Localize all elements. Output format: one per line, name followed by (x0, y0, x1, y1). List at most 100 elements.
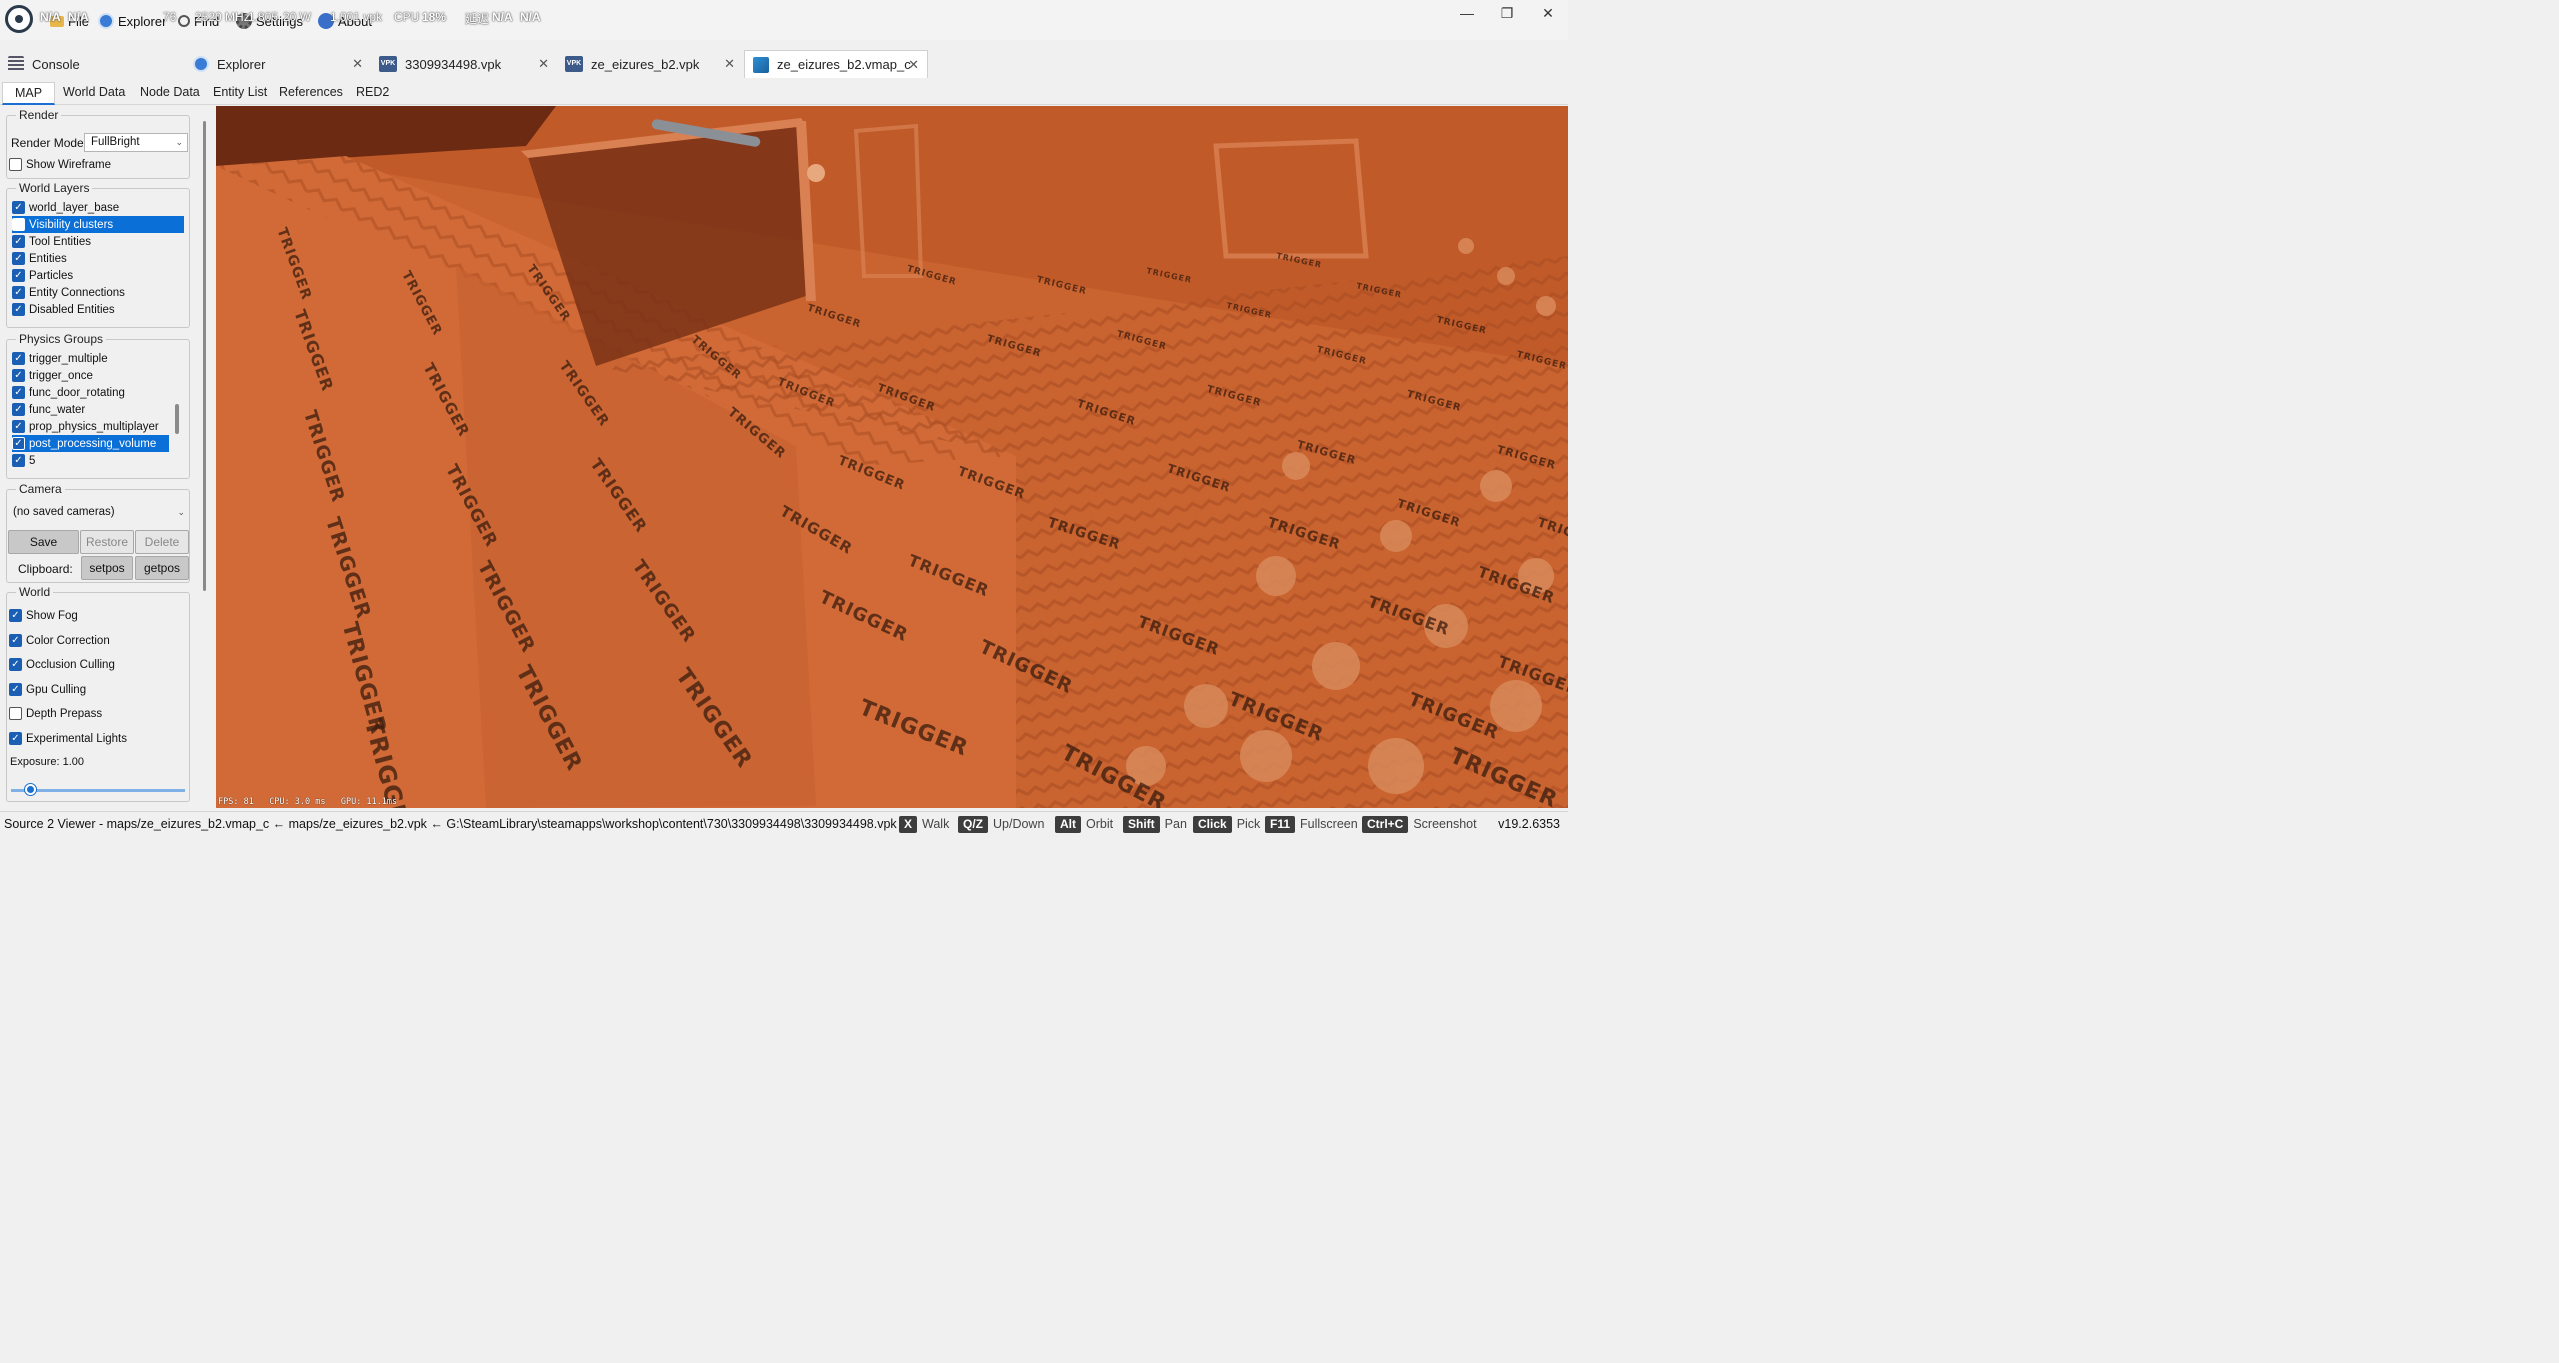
tab-explorer-label: Explorer (217, 56, 266, 72)
layer-item[interactable]: ✓ Entity Connections (12, 284, 125, 301)
checkbox-checked-icon: ✓ (12, 269, 25, 282)
subtab-red2[interactable]: RED2 (356, 85, 389, 105)
physics-label: trigger_multiple (29, 352, 108, 365)
physics-item[interactable]: ✓ post_processing_volume (12, 435, 169, 452)
chevron-down-icon: ⌄ (177, 507, 185, 517)
subtab-references[interactable]: References (279, 85, 343, 105)
tab-console-label: Console (32, 56, 80, 72)
layer-item[interactable]: ✓ Tool Entities (12, 233, 91, 250)
render-group: Render Render Mode FullBright ⌄ Show Wir… (6, 108, 190, 179)
close-icon[interactable]: ✕ (908, 57, 919, 73)
camera-restore-button[interactable]: Restore (80, 530, 134, 554)
tab-vpk-3309934498[interactable]: VPK 3309934498.vpk ✕ (371, 50, 557, 78)
layer-item[interactable]: ✓ Disabled Entities (12, 301, 115, 318)
key-cap: Shift (1123, 815, 1160, 833)
depth-prepass-checkbox[interactable]: Depth Prepass (9, 705, 102, 722)
world-layers-group: World Layers ✓ world_layer_base Visibilit… (6, 181, 190, 328)
map-viewport[interactable]: TRIGGER TRIGGER TRIGGER TRIGGER TRIGGER TRIGG… (216, 106, 1568, 808)
key-cap: Alt (1055, 815, 1081, 833)
tab-vmap[interactable]: ze_eizures_b2.vmap_c ✕ (744, 50, 928, 78)
world-option-label: Experimental Lights (26, 732, 127, 745)
layer-item[interactable]: ✓ world_layer_base (12, 199, 119, 216)
physics-item[interactable]: ✓ trigger_multiple (12, 350, 108, 367)
getpos-button[interactable]: getpos (135, 556, 189, 580)
cpu-readout: CPU: 3.0 ms (269, 797, 326, 807)
layer-item[interactable]: Visibility clusters (12, 216, 184, 233)
layer-item[interactable]: ✓ Entities (12, 250, 67, 267)
subtab-node-data[interactable]: Node Data (140, 85, 200, 105)
layer-label: Particles (29, 269, 74, 282)
overlay-cpu-value: 18% (422, 10, 447, 24)
render-mode-select[interactable]: FullBright ⌄ (84, 133, 188, 152)
physics-item[interactable]: ✓ trigger_once (12, 367, 93, 384)
experimental-lights-checkbox[interactable]: ✓ Experimental Lights (9, 730, 127, 747)
console-icon (8, 56, 24, 72)
close-window-button[interactable]: ✕ (1528, 4, 1568, 22)
minimize-button[interactable]: — (1447, 4, 1487, 22)
camera-save-button[interactable]: Save (8, 530, 79, 554)
close-icon[interactable]: ✕ (538, 56, 549, 72)
layer-label: world_layer_base (29, 201, 120, 214)
overlay-value-3: 76 (163, 10, 177, 24)
camera-delete-button[interactable]: Delete (135, 530, 189, 554)
physics-label: post_processing_volume (29, 437, 157, 450)
layer-label: Entity Connections (29, 286, 125, 299)
world-layers-title: World Layers (16, 181, 93, 195)
show-wireframe-label: Show Wireframe (26, 158, 111, 171)
tab-vpk-label: ze_eizures_b2.vpk (591, 56, 700, 72)
gpu-culling-checkbox[interactable]: ✓ Gpu Culling (9, 681, 86, 698)
checkbox-checked-icon: ✓ (12, 352, 25, 365)
overlay-cpu-label: CPU (394, 10, 420, 24)
show-wireframe-checkbox[interactable]: Show Wireframe (9, 156, 111, 173)
overlay-ping-label: 延迟 (465, 12, 490, 26)
checkbox-checked-icon: ✓ (12, 286, 25, 299)
menu-bar: File Explorer Find Settings About N/A N/… (0, 0, 1568, 40)
checkbox-icon (9, 158, 22, 171)
subtab-world-data[interactable]: World Data (63, 85, 125, 105)
tab-vpk-ze-eizures[interactable]: VPK ze_eizures_b2.vpk ✕ (557, 50, 743, 78)
physics-label: prop_physics_multiplayer (29, 420, 159, 433)
physics-scrollbar[interactable] (175, 404, 179, 434)
physics-item[interactable]: ✓ func_door_rotating (12, 384, 125, 401)
maximize-button[interactable]: ❐ (1487, 4, 1527, 22)
subtab-map[interactable]: MAP (2, 82, 56, 105)
vpk-icon: VPK (379, 56, 397, 72)
world-option-label: Show Fog (26, 609, 78, 622)
menu-explorer[interactable]: Explorer (98, 11, 166, 31)
status-bar: Source 2 Viewer - maps/ze_eizures_b2.vma… (0, 811, 1568, 835)
world-option-label: Color Correction (26, 634, 110, 647)
layer-label: Disabled Entities (29, 303, 115, 316)
color-correction-checkbox[interactable]: ✓ Color Correction (9, 632, 110, 649)
close-icon[interactable]: ✕ (724, 56, 735, 72)
occlusion-culling-checkbox[interactable]: ✓ Occlusion Culling (9, 656, 115, 673)
layer-label: Entities (29, 252, 67, 265)
physics-item[interactable]: ✓ 5 (12, 452, 35, 469)
overlay-value-4: 2520 MHz (195, 10, 250, 24)
world-option-label: Gpu Culling (26, 683, 87, 696)
checkbox-checked-icon: ✓ (12, 437, 25, 450)
physics-item[interactable]: ✓ func_water (12, 401, 85, 418)
left-panel: Render Render Mode FullBright ⌄ Show Wir… (0, 105, 215, 805)
left-panel-scrollbar[interactable] (203, 121, 206, 591)
physics-groups-title: Physics Groups (16, 332, 107, 346)
hint-label: Fullscreen (1300, 817, 1358, 831)
physics-item[interactable]: ✓ prop_physics_multiplayer (12, 418, 159, 435)
hint-label: Walk (922, 817, 950, 831)
setpos-button[interactable]: setpos (81, 556, 133, 580)
physics-label: func_door_rotating (29, 386, 125, 399)
exposure-slider-track[interactable] (11, 789, 185, 792)
hint-updown: Q/Z Up/Down (958, 815, 1044, 833)
checkbox-checked-icon: ✓ (12, 252, 25, 265)
close-icon[interactable]: ✕ (352, 56, 363, 72)
saved-cameras-select[interactable]: (no saved cameras) ⌄ (7, 504, 189, 523)
subtab-entity-list[interactable]: Entity List (213, 85, 267, 105)
menu-explorer-label: Explorer (118, 13, 167, 29)
show-fog-checkbox[interactable]: ✓ Show Fog (9, 607, 78, 624)
tab-console[interactable]: Console (0, 50, 185, 78)
tab-explorer[interactable]: Explorer ✕ (185, 50, 371, 78)
hint-label: Screenshot (1413, 817, 1477, 831)
overlay-value-2: N/A (68, 10, 89, 24)
world-option-label: Depth Prepass (26, 707, 103, 720)
layer-item[interactable]: ✓ Particles (12, 267, 73, 284)
exposure-slider-thumb[interactable] (25, 784, 36, 795)
